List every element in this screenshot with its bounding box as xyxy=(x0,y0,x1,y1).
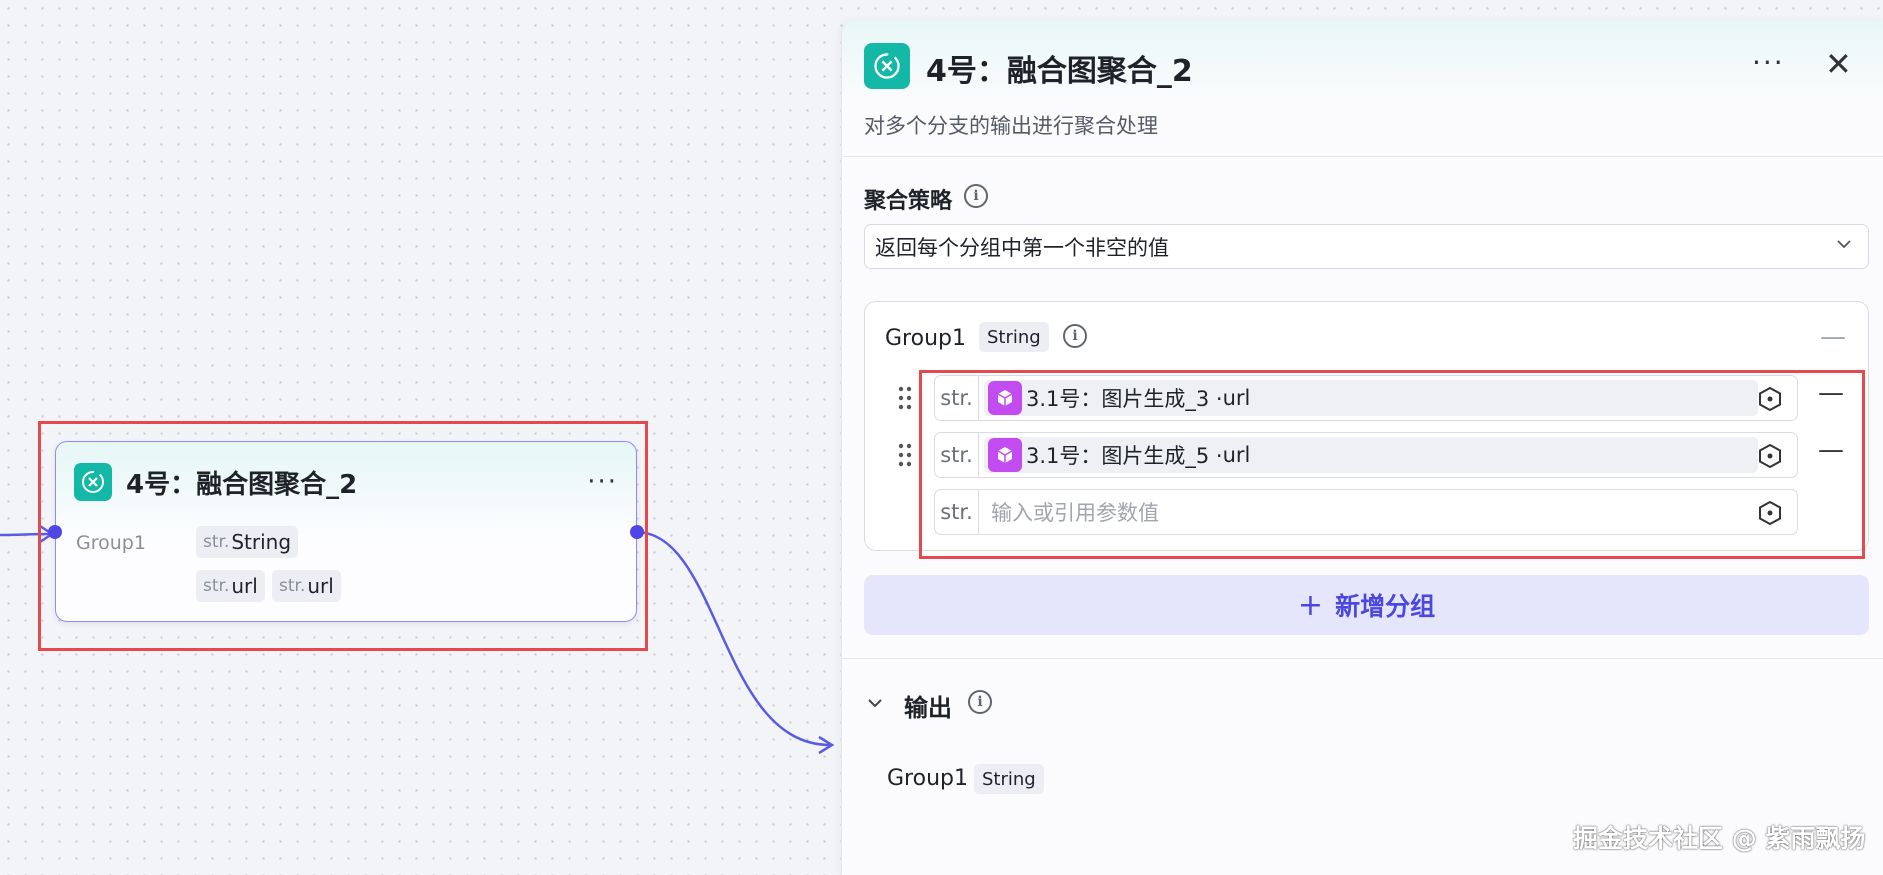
plus-icon: + xyxy=(1297,587,1324,623)
drag-handle-icon[interactable] xyxy=(898,386,912,410)
panel-description: 对多个分支的输出进行聚合处理 xyxy=(864,114,1158,138)
strategy-select[interactable]: 返回每个分组中第一个非空的值 xyxy=(864,224,1869,269)
add-group-button[interactable]: + 新增分组 xyxy=(864,575,1869,635)
info-icon[interactable]: i xyxy=(964,184,988,208)
aggregate-icon xyxy=(864,43,910,89)
output-label: 输出 xyxy=(904,694,952,722)
strategy-selected-value: 返回每个分组中第一个非空的值 xyxy=(875,235,1169,260)
watermark: 掘金技术社区 @ 紫雨飘扬 xyxy=(1573,824,1866,853)
group-type-badge: String xyxy=(979,322,1049,352)
outgoing-edge xyxy=(635,530,831,747)
panel-more-icon[interactable]: ··· xyxy=(1752,46,1785,79)
info-icon[interactable]: i xyxy=(1063,324,1087,348)
output-group-name: Group1 xyxy=(887,766,968,791)
close-icon[interactable]: ✕ xyxy=(1825,45,1852,83)
panel-title[interactable]: 4号：融合图聚合_2 xyxy=(926,46,1193,90)
strategy-label: 聚合策略 xyxy=(864,189,953,214)
section-divider xyxy=(842,658,1883,659)
group-remove-button[interactable]: — xyxy=(1820,322,1846,352)
info-icon[interactable]: i xyxy=(968,690,992,714)
group-name: Group1 xyxy=(885,326,966,351)
output-type-badge: String xyxy=(974,764,1044,794)
node-highlight-box xyxy=(38,421,648,651)
group-highlight-box xyxy=(919,370,1865,559)
chevron-down-icon[interactable] xyxy=(864,692,886,714)
outgoing-arrow xyxy=(818,735,835,755)
add-group-label: 新增分组 xyxy=(1335,592,1436,621)
drag-handle-icon[interactable] xyxy=(898,443,912,467)
chevron-down-icon xyxy=(1837,240,1851,249)
